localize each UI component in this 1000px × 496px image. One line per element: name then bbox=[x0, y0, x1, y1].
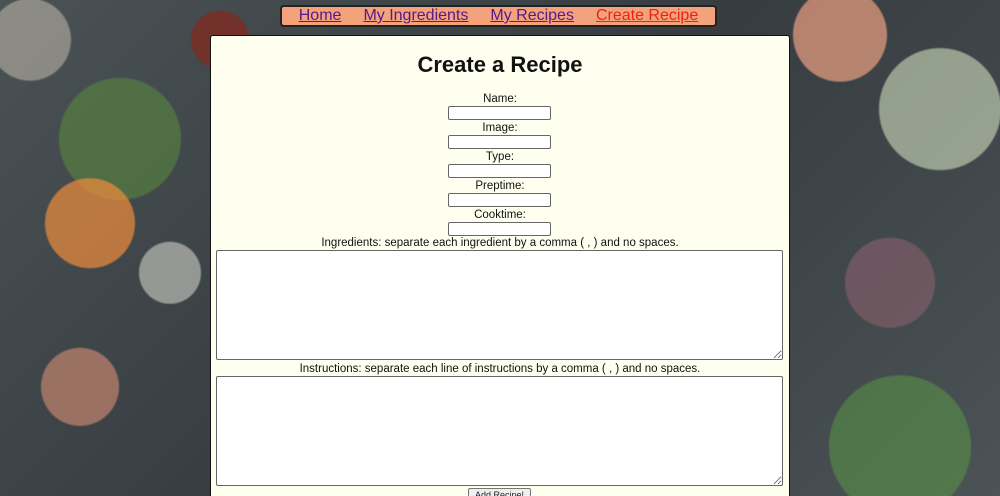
name-label: Name: bbox=[483, 93, 517, 105]
nav-link-create-recipe[interactable]: Create Recipe bbox=[596, 7, 698, 25]
type-label: Type: bbox=[485, 151, 515, 163]
page-title: Create a Recipe bbox=[417, 52, 583, 77]
nav-link-home[interactable]: Home bbox=[299, 7, 342, 25]
instructions-textarea[interactable] bbox=[216, 376, 783, 486]
cooktime-label: Cooktime: bbox=[474, 209, 526, 221]
instructions-label: Instructions: separate each line of inst… bbox=[299, 363, 701, 375]
nav-bar: Home My Ingredients My Recipes Create Re… bbox=[280, 5, 717, 27]
ingredients-label: Ingredients: separate each ingredient by… bbox=[321, 237, 679, 249]
nav-link-my-ingredients[interactable]: My Ingredients bbox=[363, 7, 468, 25]
cooktime-input[interactable] bbox=[448, 222, 551, 236]
preptime-label: Preptime: bbox=[475, 180, 525, 192]
add-recipe-button[interactable]: Add Recipe! bbox=[468, 488, 531, 496]
image-label: Image: bbox=[482, 122, 518, 134]
image-input[interactable] bbox=[448, 135, 551, 149]
name-input[interactable] bbox=[448, 106, 551, 120]
type-input[interactable] bbox=[448, 164, 551, 178]
preptime-input[interactable] bbox=[448, 193, 551, 207]
nav-link-my-recipes[interactable]: My Recipes bbox=[490, 7, 574, 25]
ingredients-textarea[interactable] bbox=[216, 250, 783, 360]
